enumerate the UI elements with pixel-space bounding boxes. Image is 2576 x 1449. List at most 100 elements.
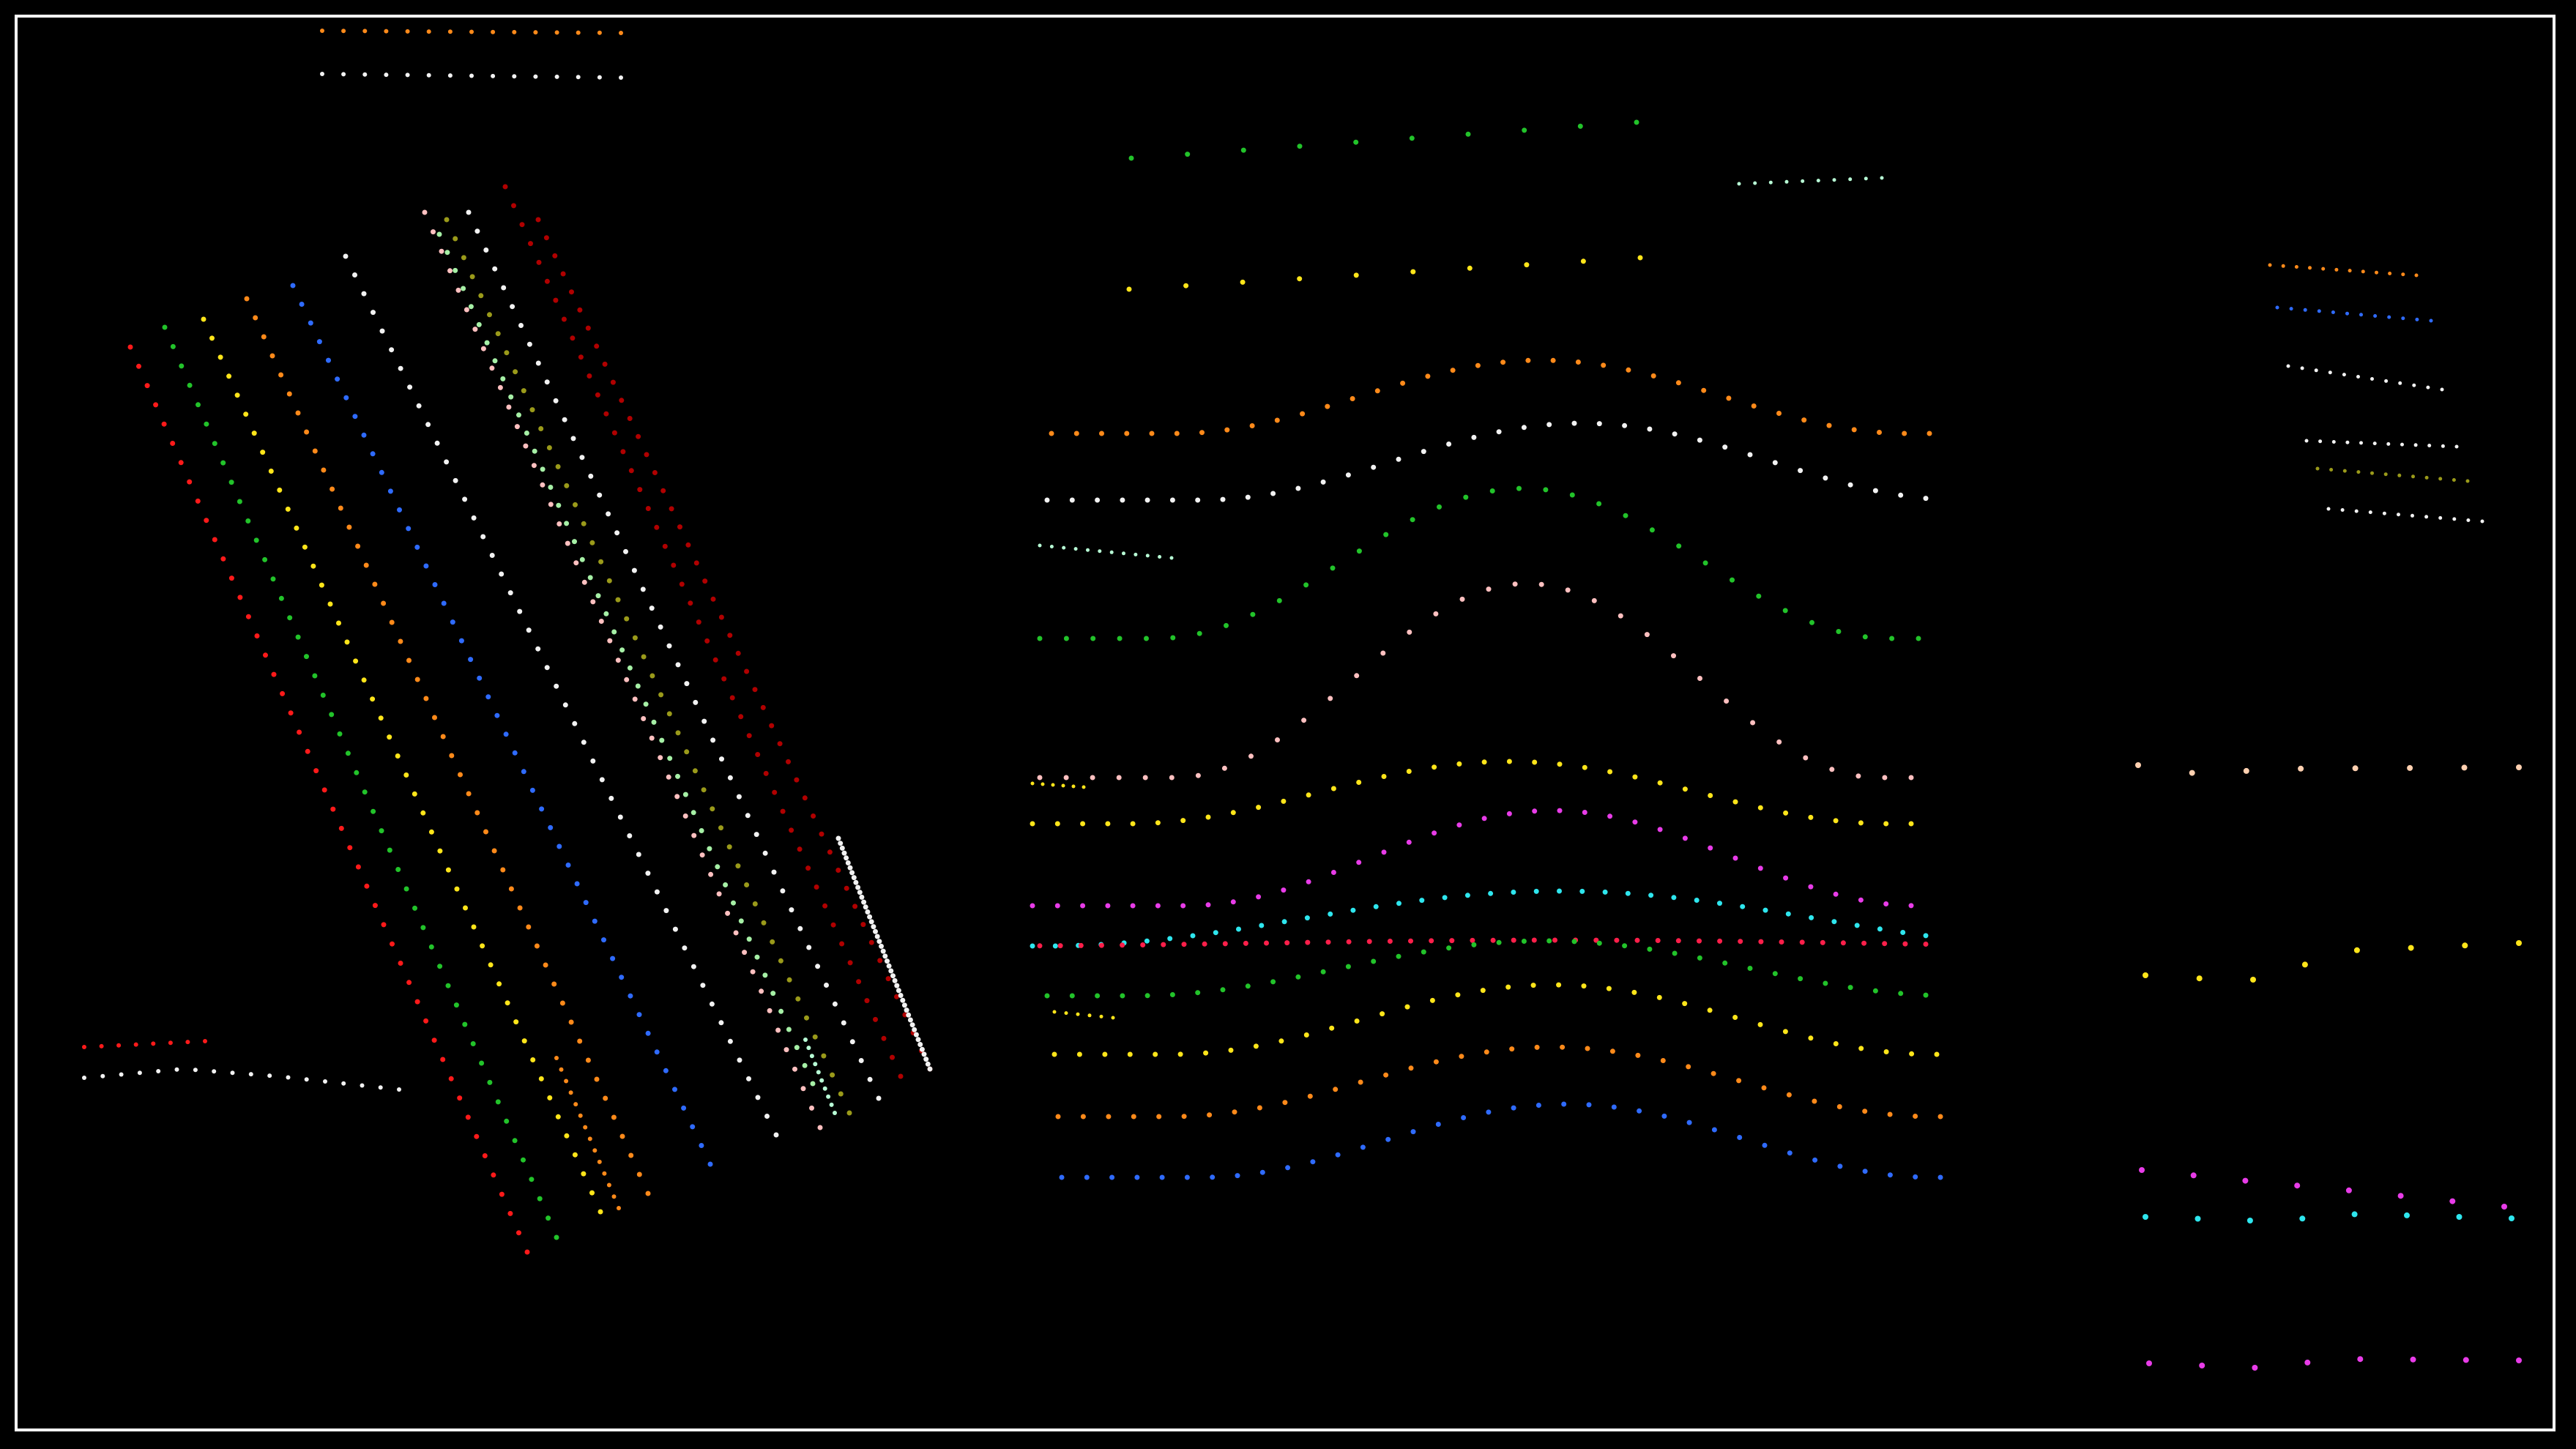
dot: [1812, 1098, 1817, 1104]
dot: [2356, 375, 2360, 379]
dot: [1202, 941, 1207, 947]
dot: [1041, 782, 1045, 786]
dot: [1461, 1115, 1467, 1120]
dot: [406, 658, 412, 663]
dot: [1586, 1102, 1592, 1108]
dot: [2516, 1357, 2522, 1363]
dot: [1581, 983, 1587, 989]
dot: [1181, 1114, 1187, 1120]
dot: [1073, 547, 1078, 551]
dot: [462, 496, 468, 502]
dot: [615, 658, 621, 663]
dot: [701, 718, 707, 724]
dot: [535, 646, 541, 652]
dot: [2361, 269, 2365, 274]
dot: [754, 954, 760, 960]
dot: [1450, 368, 1456, 373]
dot: [2452, 517, 2457, 521]
dot: [619, 975, 625, 980]
dot: [185, 1040, 190, 1045]
dot: [445, 983, 451, 988]
dot: [1784, 179, 1789, 184]
dot: [2351, 1211, 2358, 1218]
dot: [682, 945, 688, 951]
row-top-white: [320, 72, 623, 80]
dot: [492, 266, 498, 272]
dot: [453, 267, 458, 273]
dot: [1052, 943, 1058, 949]
dot: [1102, 1051, 1108, 1057]
dot: [321, 787, 327, 793]
dot: [533, 74, 538, 79]
dot: [1105, 903, 1111, 909]
dot: [841, 1020, 846, 1026]
dot: [2407, 764, 2413, 771]
dot: [395, 753, 401, 759]
dot: [769, 723, 775, 729]
dot: [1808, 884, 1814, 890]
dot: [457, 1095, 463, 1101]
dot: [892, 977, 898, 983]
dot: [1882, 941, 1888, 947]
dot: [553, 398, 559, 403]
dot: [844, 885, 849, 891]
dot: [1425, 373, 1431, 379]
dot: [841, 850, 847, 856]
dot: [835, 835, 841, 841]
dot: [1419, 898, 1425, 904]
dot: [738, 714, 744, 720]
dot: [2328, 370, 2332, 375]
dot: [619, 31, 623, 35]
dot: [513, 369, 518, 375]
dot: [553, 297, 559, 303]
dot: [1772, 460, 1778, 466]
dot: [1421, 949, 1426, 955]
dot: [579, 455, 585, 461]
dot: [1675, 380, 1681, 386]
dot: [2352, 765, 2359, 772]
dot: [204, 518, 209, 524]
dot: [624, 677, 630, 682]
dot: [590, 758, 596, 764]
dot: [750, 969, 756, 975]
dot: [2345, 311, 2349, 316]
dot: [116, 1043, 122, 1048]
dot: [1222, 941, 1228, 947]
dot: [1538, 581, 1544, 587]
dot: [1459, 1054, 1464, 1059]
dot: [1183, 283, 1189, 288]
dot: [1786, 1092, 1792, 1098]
dot: [663, 908, 669, 914]
dot: [556, 502, 562, 508]
dot: [1798, 976, 1803, 982]
dot: [406, 980, 412, 986]
dot: [420, 925, 426, 931]
dot: [261, 334, 267, 340]
dot: [1488, 890, 1494, 896]
dot: [1882, 775, 1888, 781]
dot: [2195, 1215, 2201, 1222]
dot: [1481, 759, 1487, 765]
dot: [485, 694, 491, 700]
dot: [1702, 560, 1708, 566]
dot: [1782, 1029, 1788, 1035]
dot: [1708, 845, 1713, 851]
dot: [228, 480, 234, 485]
dot: [364, 883, 370, 889]
dot: [2429, 319, 2433, 323]
dot: [1524, 262, 1530, 268]
dot: [574, 881, 580, 887]
dot: [2370, 471, 2374, 475]
dot: [389, 347, 395, 353]
dot: [1509, 1046, 1515, 1052]
dot: [423, 1018, 429, 1024]
dot: [384, 29, 389, 34]
dot: [570, 436, 576, 442]
dot: [1787, 1150, 1793, 1156]
dot: [521, 1157, 526, 1163]
dot: [1064, 1011, 1068, 1016]
dot: [631, 567, 637, 573]
dot: [1762, 907, 1768, 913]
dot: [2516, 764, 2522, 770]
dot: [1750, 720, 1756, 726]
